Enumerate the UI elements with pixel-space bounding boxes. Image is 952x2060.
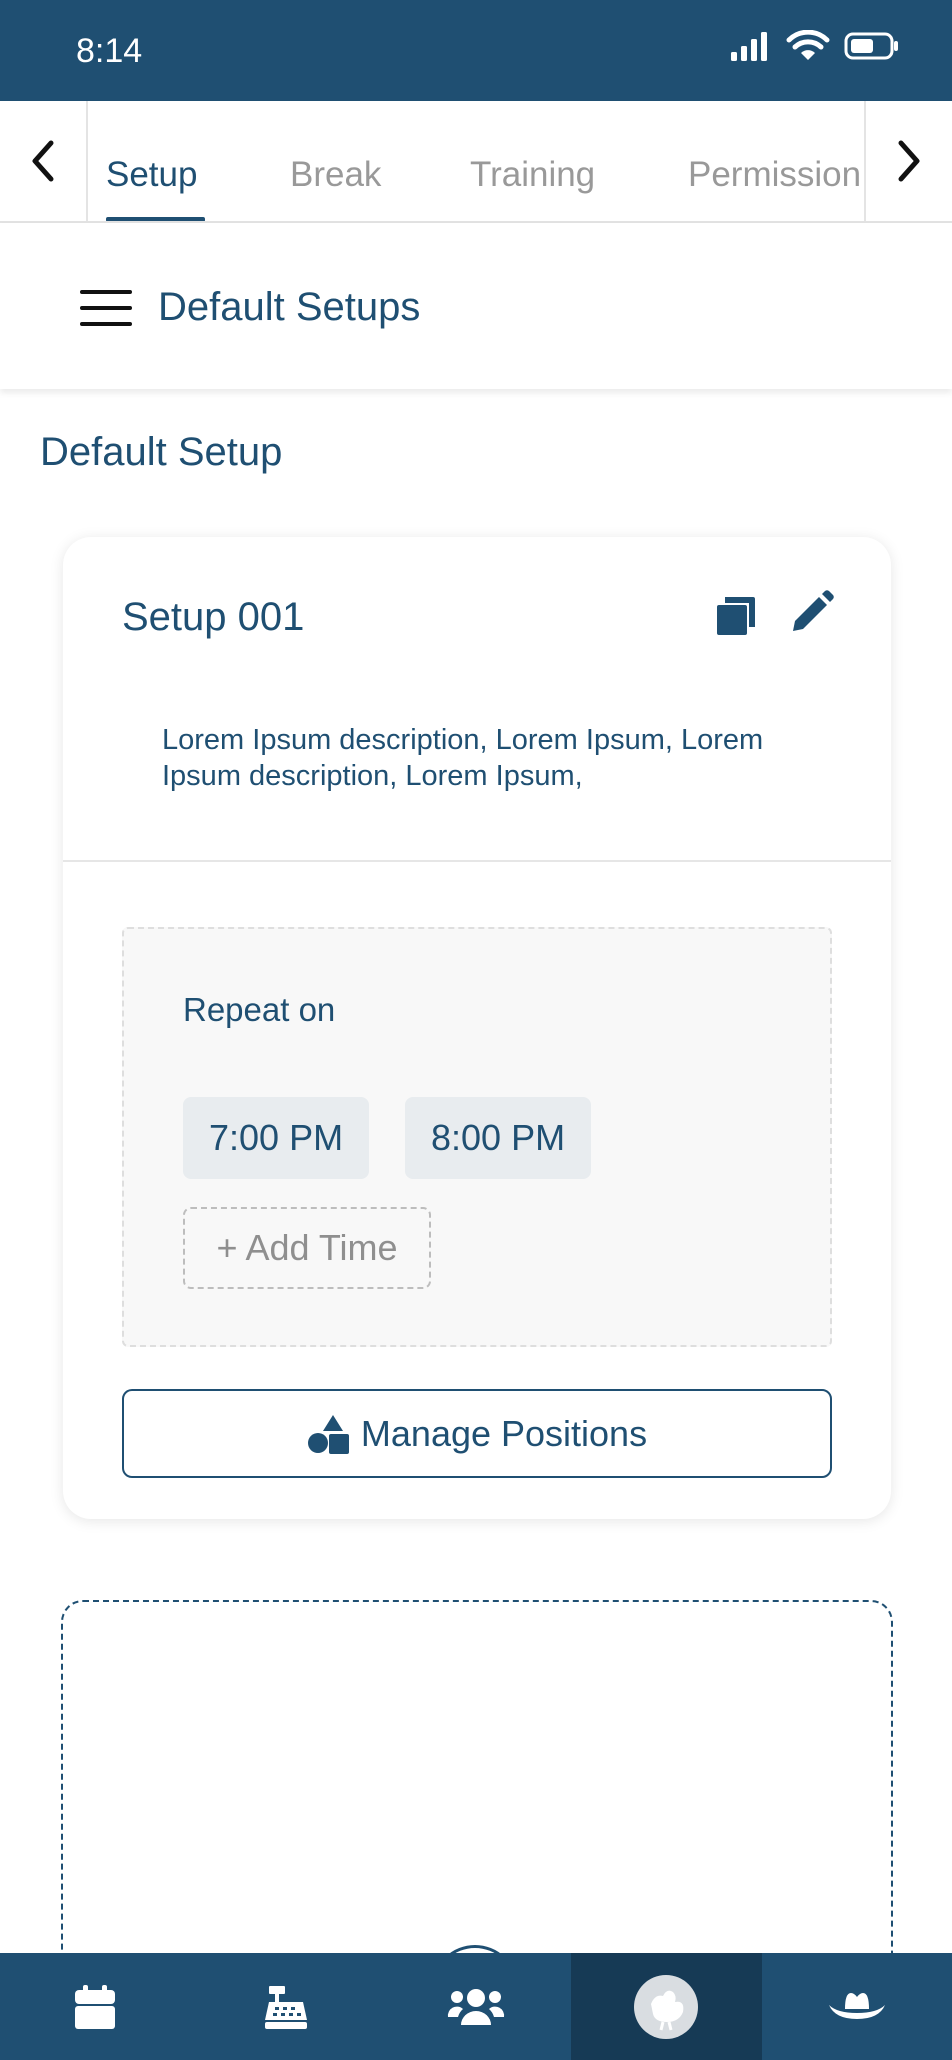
- nav-item-calendar[interactable]: [0, 1953, 190, 2060]
- tab-break[interactable]: Break: [290, 155, 381, 195]
- setup-title: Setup 001: [122, 595, 305, 639]
- tab-permission[interactable]: Permission: [688, 155, 861, 195]
- status-icons: [730, 30, 900, 62]
- add-time-button[interactable]: + Add Time: [183, 1207, 431, 1289]
- page-title: Default Setups: [158, 285, 421, 329]
- edit-pencil-icon[interactable]: [789, 589, 835, 635]
- shapes-icon: [307, 1414, 349, 1454]
- users-icon: [447, 1988, 505, 2025]
- copy-icon[interactable]: [713, 593, 759, 639]
- manage-positions-label: Manage Positions: [360, 1412, 648, 1454]
- setup-description: Lorem Ipsum description, Lorem Ipsum, Lo…: [162, 724, 764, 792]
- nav-item-register[interactable]: [190, 1953, 380, 2060]
- tabs: Setup Break Training Permission: [88, 101, 864, 221]
- active-tab-indicator: [106, 217, 205, 221]
- tab-bar: Setup Break Training Permission: [0, 101, 952, 223]
- cowboy-hat-icon: [828, 1992, 885, 2019]
- cash-register-icon: [264, 1985, 307, 2029]
- battery-icon: [844, 32, 898, 60]
- time-chip[interactable]: 8:00 PM: [405, 1097, 592, 1179]
- tab-training[interactable]: Training: [470, 155, 595, 195]
- sub-header: Default Setups: [0, 223, 952, 389]
- tab-scroll-left-button[interactable]: [0, 101, 88, 221]
- chevron-left-icon: [32, 140, 54, 182]
- bottom-navigation: [0, 1953, 952, 2060]
- calendar-icon: [75, 1984, 116, 2029]
- signal-icon: [731, 32, 767, 61]
- divider: [63, 860, 891, 862]
- hamburger-menu-icon[interactable]: [80, 289, 132, 327]
- tab-setup[interactable]: Setup: [106, 155, 197, 195]
- status-time: 8:14: [76, 32, 143, 70]
- nav-item-chicken[interactable]: [571, 1953, 762, 2060]
- repeat-schedule-box: Repeat on 7:00 PM 8:00 PM + Add Time: [122, 927, 832, 1347]
- tab-scroll-right-button[interactable]: [864, 101, 952, 221]
- setup-card: Setup 001 Lorem Ipsum description, Lorem…: [63, 537, 891, 1519]
- wifi-icon: [786, 30, 830, 60]
- section-title: Default Setup: [40, 430, 283, 474]
- chicken-icon: [634, 1974, 699, 2039]
- repeat-on-label: Repeat on: [183, 991, 336, 1028]
- manage-positions-button[interactable]: Manage Positions: [122, 1389, 832, 1478]
- nav-item-team[interactable]: [381, 1953, 571, 2060]
- chevron-right-icon: [898, 140, 920, 182]
- time-chip[interactable]: 7:00 PM: [183, 1097, 370, 1179]
- app-screen: 8:14 Setup Break Training Permission Def…: [0, 0, 952, 2060]
- status-bar: 8:14: [0, 0, 952, 101]
- nav-item-hat[interactable]: [762, 1953, 952, 2060]
